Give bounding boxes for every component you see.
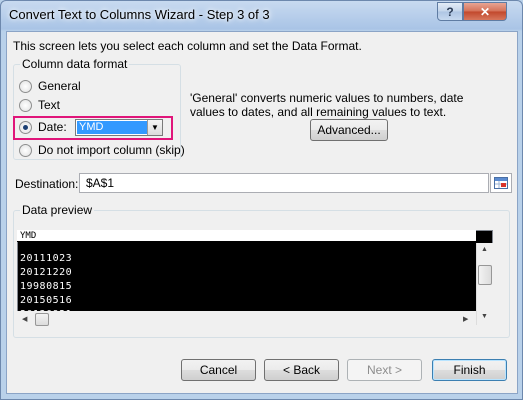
horizontal-scroll-thumb[interactable]	[35, 313, 49, 326]
scroll-right-icon[interactable]: ▶	[463, 315, 468, 323]
finish-button[interactable]: Finish	[432, 359, 507, 381]
preview-vertical-scrollbar[interactable]: ▲ ▼	[476, 243, 493, 325]
finish-button-label: Finish	[453, 363, 486, 377]
scroll-down-icon[interactable]: ▼	[481, 313, 488, 320]
intro-text: This screen lets you select each column …	[13, 39, 362, 53]
radio-skip[interactable]: Do not import column (skip)	[19, 143, 185, 157]
radio-skip-button[interactable]	[19, 143, 32, 157]
data-preview-grid[interactable]	[17, 230, 493, 312]
radio-date-label: Date:	[38, 120, 67, 134]
close-button[interactable]: ✕	[463, 2, 507, 21]
title-bar: Convert Text to Columns Wizard - Step 3 …	[1, 1, 522, 31]
column-format-legend: Column data format	[20, 57, 130, 71]
next-button-label: Next >	[366, 363, 402, 377]
advanced-button-label: Advanced...	[317, 123, 381, 137]
help-button[interactable]: ?	[437, 2, 463, 21]
radio-general-button[interactable]	[19, 79, 32, 93]
range-picker-icon	[494, 177, 508, 189]
dialog-client-area: This screen lets you select each column …	[6, 31, 518, 394]
preview-row: 20121220	[20, 267, 73, 278]
back-button-label: < Back	[282, 363, 321, 377]
date-format-value: YMD	[77, 121, 147, 134]
preview-horizontal-scrollbar[interactable]: ◀ ▶	[17, 311, 476, 328]
data-preview-legend: Data preview	[20, 203, 95, 217]
chevron-down-icon[interactable]: ▼	[147, 120, 162, 135]
scroll-left-icon[interactable]: ◀	[22, 315, 27, 323]
next-button[interactable]: Next >	[347, 359, 422, 381]
preview-row: 20150516	[20, 295, 73, 306]
advanced-button[interactable]: Advanced...	[310, 119, 388, 141]
back-button[interactable]: < Back	[264, 359, 339, 381]
date-format-select[interactable]: YMD ▼	[75, 119, 163, 136]
radio-text[interactable]: Text	[19, 98, 60, 112]
range-picker-button[interactable]	[490, 173, 512, 193]
destination-label: Destination:	[15, 177, 79, 191]
preview-column-header[interactable]: YMD	[17, 230, 476, 242]
cancel-button[interactable]: Cancel	[181, 359, 256, 381]
radio-general[interactable]: General	[19, 79, 81, 93]
radio-date[interactable]: Date:	[19, 120, 67, 134]
cancel-button-label: Cancel	[199, 363, 238, 377]
format-description: 'General' converts numeric values to num…	[190, 91, 464, 119]
preview-row: 20111023	[20, 253, 73, 264]
close-icon: ✕	[479, 4, 491, 19]
wizard-window: Convert Text to Columns Wizard - Step 3 …	[0, 0, 523, 400]
radio-general-label: General	[38, 79, 81, 93]
scroll-up-icon[interactable]: ▲	[481, 246, 488, 253]
destination-input[interactable]: $A$1	[79, 173, 489, 193]
radio-text-button[interactable]	[19, 98, 32, 112]
preview-row: 19980815	[20, 281, 73, 292]
radio-date-button[interactable]	[19, 120, 32, 134]
radio-skip-label: Do not import column (skip)	[38, 143, 185, 157]
vertical-scroll-thumb[interactable]	[478, 265, 492, 285]
help-icon: ?	[446, 4, 454, 19]
window-title: Convert Text to Columns Wizard - Step 3 …	[9, 7, 270, 22]
radio-text-label: Text	[38, 98, 61, 112]
